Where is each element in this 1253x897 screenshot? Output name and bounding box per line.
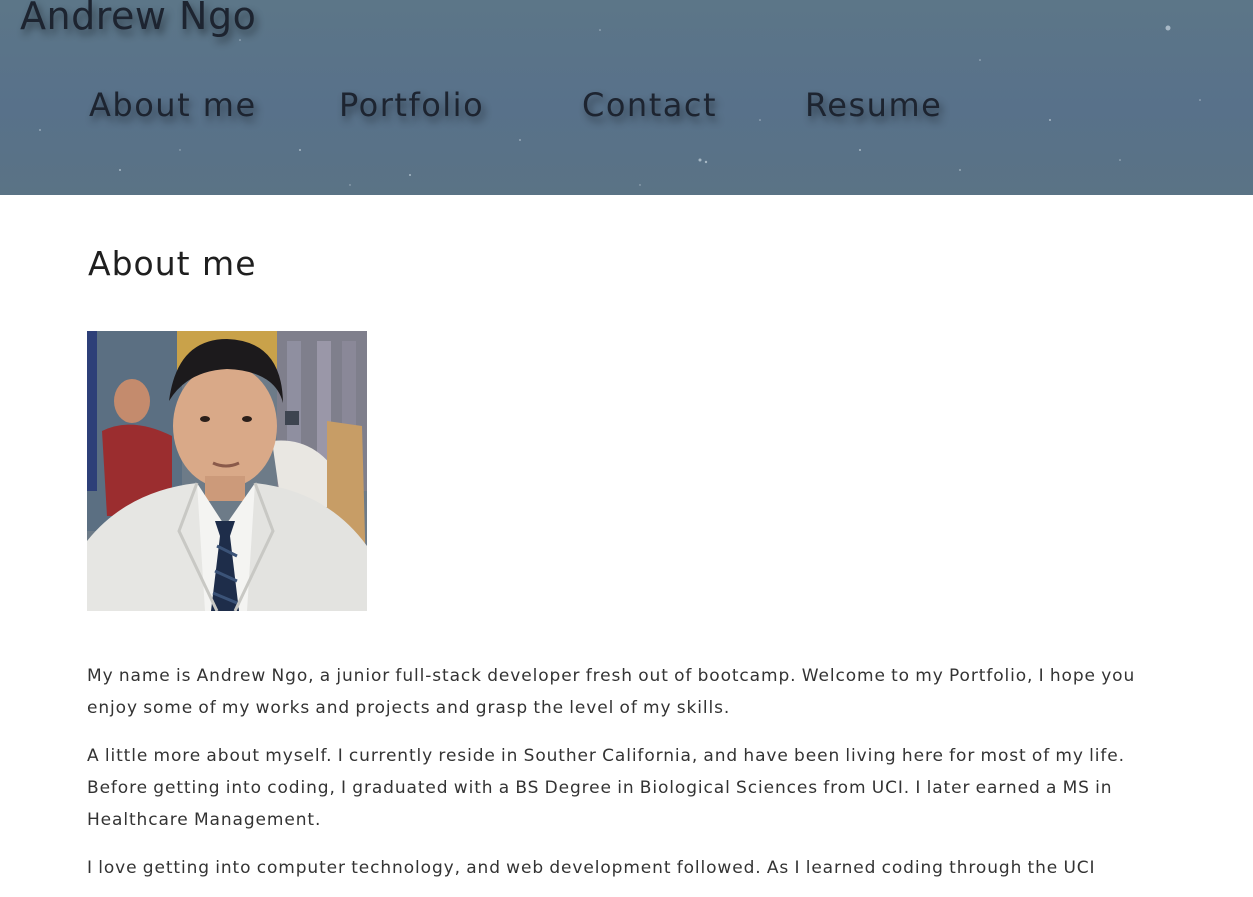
about-me-heading: About me xyxy=(88,244,257,283)
nav-link-portfolio[interactable]: Portfolio xyxy=(339,86,484,124)
site-header: Andrew Ngo About me Portfolio Contact Re… xyxy=(0,0,1253,195)
nav-link-about[interactable]: About me xyxy=(89,86,257,124)
profile-photo xyxy=(87,331,367,611)
profile-photo-illustration xyxy=(87,331,367,611)
bio-paragraph-1: My name is Andrew Ngo, a junior full-sta… xyxy=(87,666,1136,718)
bio-paragraph-3: I love getting into computer technology,… xyxy=(87,858,1096,878)
nav-link-contact[interactable]: Contact xyxy=(582,86,717,124)
bio-paragraph-2: A little more about myself. I currently … xyxy=(87,746,1125,830)
bio-text: My name is Andrew Ngo, a junior full-sta… xyxy=(87,660,1162,897)
main-nav: About me Portfolio Contact Resume xyxy=(0,86,1253,130)
nav-link-resume[interactable]: Resume xyxy=(805,86,942,124)
site-title: Andrew Ngo xyxy=(20,0,257,38)
